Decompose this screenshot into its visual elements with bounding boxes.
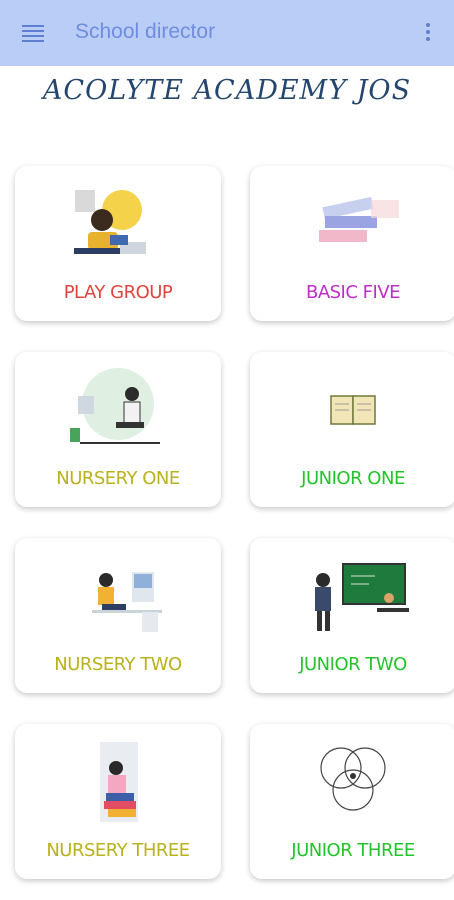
class-label: JUNIOR TWO — [299, 654, 407, 675]
app-bar: School director — [0, 0, 454, 66]
student-at-desk-illustration — [70, 368, 160, 444]
class-label: JUNIOR ONE — [301, 468, 405, 489]
class-card-basic-five[interactable]: BASIC FIVE — [250, 166, 454, 321]
hamburger-menu-icon[interactable] — [22, 25, 44, 42]
venn-diagram-illustration — [320, 747, 386, 811]
class-label: JUNIOR THREE — [291, 840, 415, 861]
open-book-illustration — [330, 395, 376, 425]
class-card-junior-one[interactable]: JUNIOR ONE — [250, 352, 454, 507]
student-with-books-illustration — [100, 742, 138, 822]
app-title: School director — [75, 20, 216, 43]
more-vert-icon[interactable] — [424, 23, 432, 43]
class-label: NURSERY THREE — [46, 840, 190, 861]
class-label: NURSERY ONE — [56, 468, 180, 489]
class-card-nursery-one[interactable]: NURSERY ONE — [15, 352, 221, 507]
teacher-at-chalkboard-illustration — [315, 563, 409, 631]
class-card-nursery-three[interactable]: NURSERY THREE — [15, 724, 221, 879]
class-label: NURSERY TWO — [54, 654, 182, 675]
student-reading-illustration — [74, 190, 146, 254]
class-card-junior-two[interactable]: JUNIOR TWO — [250, 538, 454, 693]
class-label: BASIC FIVE — [305, 282, 401, 303]
class-card-play-group[interactable]: PLAY GROUP — [15, 166, 221, 321]
class-card-junior-three[interactable]: JUNIOR THREE — [250, 724, 454, 879]
class-card-nursery-two[interactable]: NURSERY TWO — [15, 538, 221, 693]
class-label: PLAY GROUP — [63, 282, 173, 303]
student-studying-illustration — [92, 572, 162, 632]
stack-of-books-illustration — [319, 196, 399, 242]
school-name: ACOLYTE ACADEMY JOS — [42, 75, 412, 106]
